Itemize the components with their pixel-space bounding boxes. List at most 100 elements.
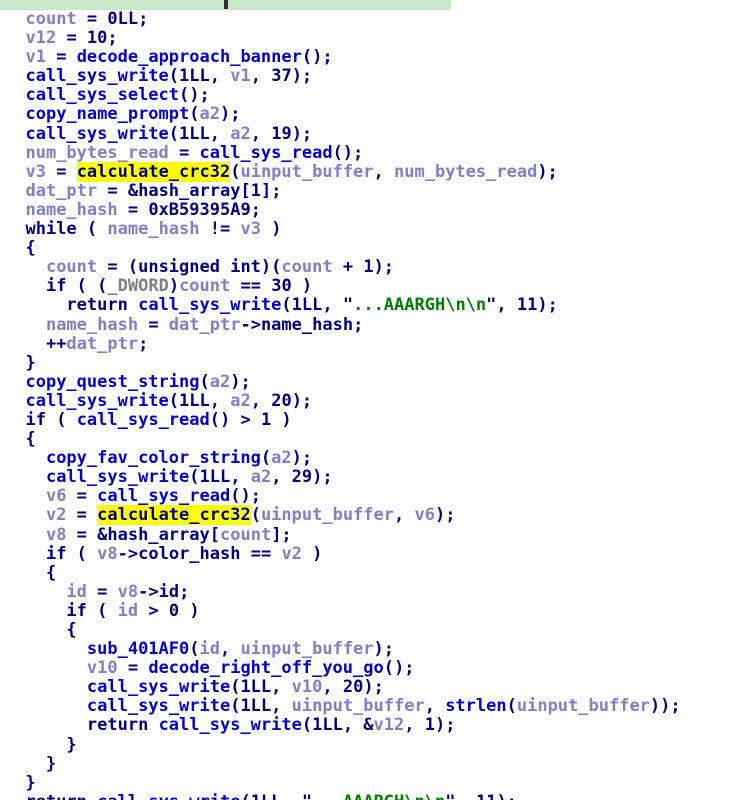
variable-token[interactable]: name_hash (46, 315, 138, 335)
code-line[interactable]: return call_sys_write(1LL, &v12, 1); (0, 716, 741, 735)
code-line[interactable]: v8 = &hash_array[count]; (0, 525, 741, 545)
variable-token[interactable]: count (281, 257, 332, 277)
code-line[interactable]: count = 0LL; (0, 10, 741, 29)
variable-token[interactable]: uinput_buffer (517, 696, 650, 716)
highlighted-token[interactable]: calculate_crc32 (76, 161, 231, 182)
variable-token[interactable]: a2 (230, 391, 250, 411)
variable-token[interactable]: id (66, 582, 86, 602)
function-token[interactable]: copy_name_prompt (25, 104, 189, 124)
variable-token[interactable]: v2 (46, 505, 66, 525)
variable-token[interactable]: v8 (46, 525, 66, 545)
code-line[interactable]: if ( id > 0 ) (0, 601, 741, 621)
code-line[interactable]: { (0, 430, 741, 449)
code-line[interactable]: if ( v8->color_hash == v2 ) (0, 544, 741, 564)
code-line[interactable]: if ( (_DWORD)count == 30 ) (0, 277, 741, 296)
code-line[interactable]: return call_sys_write(1LL, "...AAARGH\n\… (0, 792, 741, 800)
code-line[interactable]: } (0, 773, 741, 793)
variable-token[interactable]: a2 (230, 124, 250, 144)
function-token[interactable]: call_sys_write (46, 467, 189, 487)
variable-token[interactable]: v3 (240, 219, 260, 239)
code-line[interactable]: { (0, 563, 741, 583)
variable-token[interactable]: v1 (230, 66, 250, 86)
variable-token[interactable]: uinput_buffer (240, 162, 373, 182)
variable-token[interactable]: v6 (414, 505, 434, 525)
function-token[interactable]: call_sys_write (87, 677, 230, 697)
function-token[interactable]: strlen (445, 696, 506, 716)
highlighted-token[interactable]: calculate_crc32 (97, 505, 251, 526)
code-line[interactable]: call_sys_write(1LL, v1, 37); (0, 67, 741, 86)
code-line[interactable]: copy_quest_string(a2); (0, 372, 741, 392)
function-token[interactable]: call_sys_read (200, 143, 333, 163)
code-line[interactable]: name_hash = dat_ptr->name_hash; (0, 315, 741, 335)
variable-token[interactable]: dat_ptr (25, 181, 97, 201)
code-line[interactable]: } (0, 353, 741, 373)
code-line[interactable]: v3 = calculate_crc32(uinput_buffer, num_… (0, 161, 741, 182)
code-line[interactable]: { (0, 620, 741, 640)
code-line[interactable]: v10 = decode_right_off_you_go(); (0, 659, 741, 678)
function-token[interactable]: call_sys_write (159, 715, 302, 735)
function-token[interactable]: call_sys_select (25, 85, 179, 105)
variable-token[interactable]: num_bytes_read (25, 143, 168, 163)
function-token[interactable]: call_sys_write (97, 792, 240, 800)
variable-token[interactable]: count (25, 10, 76, 29)
variable-token[interactable]: dat_ptr (169, 315, 241, 335)
code-line[interactable]: id = v8->id; (0, 582, 741, 602)
variable-token[interactable]: uinput_buffer (261, 505, 394, 525)
variable-token[interactable]: v6 (46, 486, 66, 506)
function-token[interactable]: call_sys_read (77, 410, 210, 430)
function-token[interactable]: copy_fav_color_string (46, 448, 261, 468)
function-token[interactable]: call_sys_read (97, 486, 230, 506)
function-token[interactable]: call_sys_write (25, 124, 168, 144)
variable-token[interactable]: v8 (97, 544, 117, 564)
variable-token[interactable]: v3 (25, 162, 45, 182)
function-token[interactable]: call_sys_write (87, 696, 230, 716)
variable-token[interactable]: v10 (292, 677, 323, 697)
variable-token[interactable]: a2 (210, 372, 230, 392)
code-line[interactable]: call_sys_select(); (0, 86, 741, 105)
variable-token[interactable]: num_bytes_read (394, 162, 537, 182)
variable-token[interactable]: count (179, 276, 230, 296)
function-token[interactable]: decode_right_off_you_go (148, 658, 383, 678)
variable-token[interactable]: a2 (271, 448, 291, 468)
code-line[interactable]: return call_sys_write(1LL, "...AAARGH\n\… (0, 296, 741, 315)
code-line[interactable]: call_sys_write(1LL, a2, 19); (0, 124, 741, 144)
code-line[interactable]: } (0, 735, 741, 755)
code-line[interactable]: copy_fav_color_string(a2); (0, 449, 741, 468)
variable-token[interactable]: v1 (25, 47, 45, 67)
code-line[interactable]: while ( name_hash != v3 ) (0, 219, 741, 239)
code-line[interactable]: call_sys_write(1LL, v10, 20); (0, 678, 741, 697)
code-line[interactable]: call_sys_write(1LL, a2, 29); (0, 468, 741, 487)
code-line[interactable]: if ( call_sys_read() > 1 ) (0, 410, 741, 430)
code-line[interactable]: } (0, 754, 741, 774)
variable-token[interactable]: v8 (118, 582, 138, 602)
function-token[interactable]: call_sys_write (138, 295, 281, 315)
code-line[interactable]: call_sys_write(1LL, uinput_buffer, strle… (0, 697, 741, 716)
code-line[interactable]: v2 = calculate_crc32(uinput_buffer, v6); (0, 505, 741, 526)
variable-token[interactable]: v10 (87, 658, 118, 678)
variable-token[interactable]: a2 (251, 467, 271, 487)
code-line[interactable]: name_hash = 0xB59395A9; (0, 200, 741, 220)
code-line[interactable]: sub_401AF0(id, uinput_buffer); (0, 640, 741, 659)
code-line[interactable]: v1 = decode_approach_banner(); (0, 48, 741, 67)
variable-token[interactable]: uinput_buffer (292, 696, 425, 716)
function-token[interactable]: sub_401AF0 (87, 639, 189, 659)
variable-token[interactable]: v2 (281, 544, 301, 564)
variable-token[interactable]: count (220, 525, 271, 545)
variable-token[interactable]: a2 (200, 104, 220, 124)
variable-token[interactable]: id (200, 639, 220, 659)
pseudocode-text-area[interactable]: count = 0LL; v12 = 10; v1 = decode_appro… (0, 10, 741, 800)
code-line[interactable]: num_bytes_read = call_sys_read(); (0, 143, 741, 163)
function-token[interactable]: copy_quest_string (25, 372, 199, 392)
code-line[interactable]: { (0, 239, 741, 258)
code-line[interactable]: v12 = 10; (0, 29, 741, 48)
code-line[interactable]: count = (unsigned int)(count + 1); (0, 258, 741, 277)
function-token[interactable]: call_sys_write (25, 66, 168, 86)
code-line[interactable]: dat_ptr = &hash_array[1]; (0, 181, 741, 201)
variable-token[interactable]: id (118, 601, 138, 621)
code-line[interactable]: copy_name_prompt(a2); (0, 105, 741, 124)
function-token[interactable]: call_sys_write (25, 391, 168, 411)
code-line[interactable]: v6 = call_sys_read(); (0, 487, 741, 506)
variable-token[interactable]: name_hash (107, 219, 199, 239)
variable-token[interactable]: name_hash (25, 200, 117, 220)
code-line[interactable]: ++dat_ptr; (0, 334, 741, 354)
